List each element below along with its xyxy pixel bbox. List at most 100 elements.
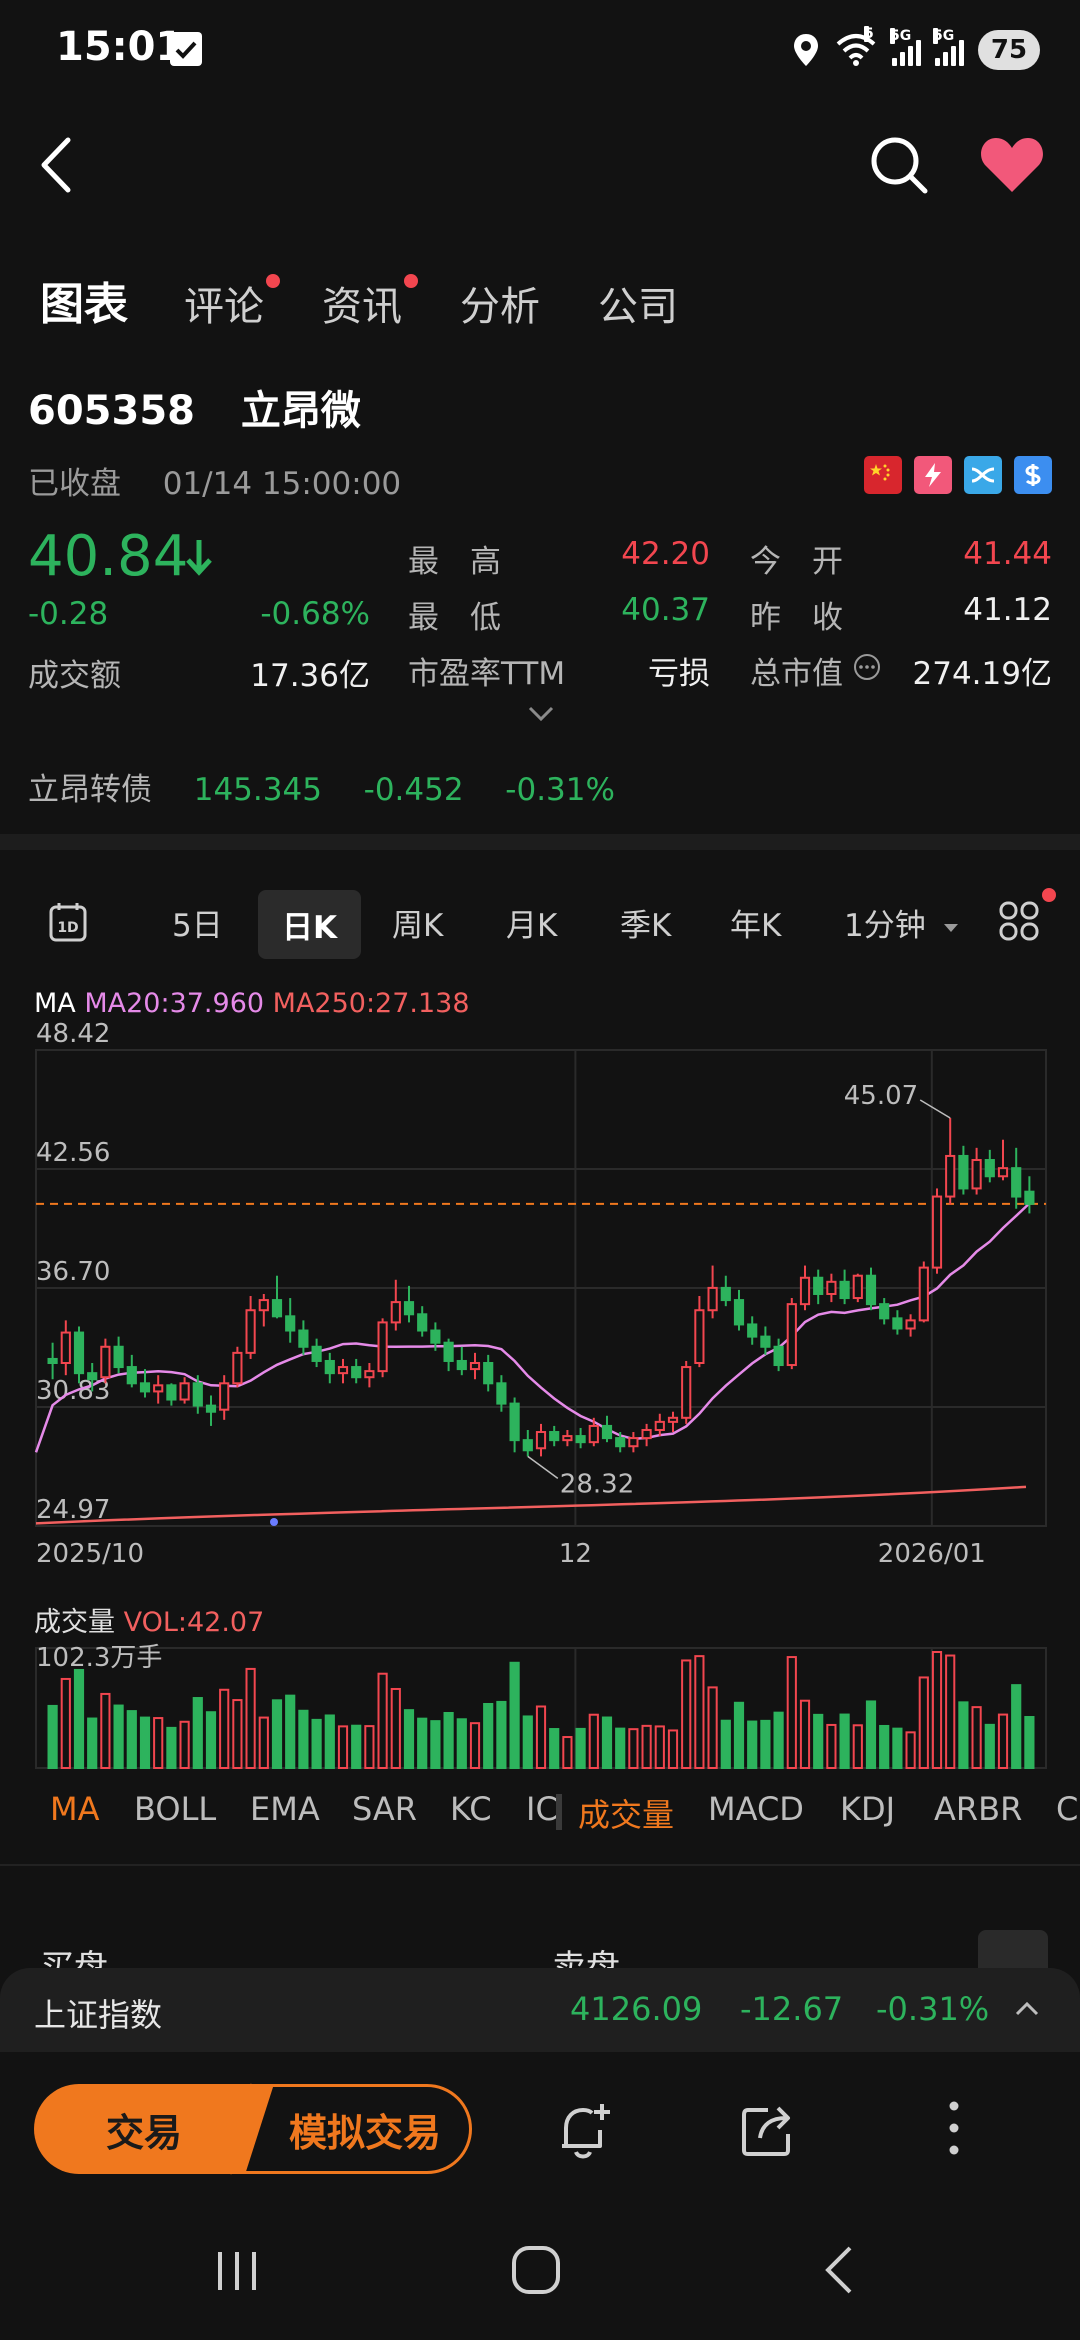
- tab-news[interactable]: 资讯: [322, 274, 418, 332]
- volume-bar: [879, 1724, 890, 1769]
- high-label: 最 高: [408, 544, 501, 580]
- volume-bar: [958, 1701, 969, 1769]
- chevron-down-icon[interactable]: [524, 700, 558, 726]
- back-arrow-icon[interactable]: [30, 130, 90, 200]
- low-label: 最 低: [408, 600, 501, 636]
- candle: [245, 1296, 256, 1359]
- candle: [958, 1145, 969, 1195]
- volume-bar: [483, 1702, 494, 1769]
- candle: [733, 1289, 745, 1331]
- x-tick-label: 2026/01: [878, 1539, 986, 1569]
- volume-bar: [390, 1687, 401, 1769]
- candle: [166, 1383, 177, 1406]
- candle-body: [1011, 1167, 1022, 1198]
- volume-bar: [232, 1699, 243, 1769]
- layout-grid-icon[interactable]: [998, 900, 1040, 942]
- nav-back-icon[interactable]: [822, 2244, 856, 2296]
- volume-bar: [285, 1694, 296, 1769]
- ind-kdj[interactable]: KDJ: [840, 1790, 895, 1828]
- volume-bar: [298, 1709, 309, 1769]
- ind-more[interactable]: C: [1056, 1790, 1080, 1828]
- volume-chart[interactable]: 102.3万手: [0, 1636, 1080, 1772]
- tf-weekly[interactable]: 周K: [392, 900, 443, 945]
- connect-icon: [964, 456, 1002, 494]
- ind-macd[interactable]: MACD: [708, 1790, 804, 1828]
- ind-sar[interactable]: SAR: [352, 1790, 417, 1828]
- nav-recent-apps-icon[interactable]: [212, 2248, 262, 2294]
- volume-bar: [403, 1709, 415, 1769]
- tab-chart[interactable]: 图表: [40, 268, 128, 332]
- candle: [786, 1298, 797, 1370]
- more-vertical-icon[interactable]: [936, 2098, 972, 2158]
- candle: [654, 1413, 665, 1437]
- candle-body: [931, 1195, 943, 1269]
- volume-bar: [588, 1713, 599, 1769]
- index-ticker-bar[interactable]: 上证指数 4126.09 -12.67 -0.31%: [0, 1968, 1080, 2052]
- indicator-separator: [556, 1794, 562, 1830]
- ind-kc[interactable]: KC: [450, 1790, 492, 1828]
- price-change-pct: -0.68%: [260, 596, 370, 632]
- candle: [997, 1139, 1009, 1181]
- candle-body: [456, 1359, 467, 1371]
- candle: [417, 1306, 428, 1337]
- convertible-bond-row[interactable]: 立昂转债 145.345 -0.452 -0.31%: [28, 764, 615, 809]
- info-icon[interactable]: [852, 652, 882, 682]
- tab-analysis[interactable]: 分析: [460, 274, 540, 332]
- ind-ema[interactable]: EMA: [250, 1790, 320, 1828]
- tf-daily[interactable]: 日K: [258, 890, 362, 959]
- candle-body: [575, 1435, 586, 1444]
- ind-arbr[interactable]: ARBR: [934, 1790, 1022, 1828]
- search-icon[interactable]: [868, 134, 930, 196]
- candle: [865, 1267, 877, 1311]
- candle-body: [258, 1299, 269, 1312]
- chevron-up-icon[interactable]: [1012, 1998, 1042, 2020]
- favorite-heart-icon[interactable]: [978, 134, 1046, 196]
- x-tick-label: 2025/10: [36, 1539, 144, 1569]
- simulated-trade-button[interactable]: 模拟交易: [240, 2084, 472, 2174]
- candle-body: [166, 1384, 177, 1401]
- candle: [113, 1336, 124, 1374]
- candle: [879, 1298, 890, 1325]
- tf-monthly[interactable]: 月K: [506, 900, 557, 945]
- candle-body: [1024, 1190, 1035, 1205]
- ind-boll[interactable]: BOLL: [134, 1790, 216, 1828]
- tab-company[interactable]: 公司: [598, 274, 678, 332]
- price-change: -0.28: [28, 596, 109, 632]
- candle-body: [945, 1154, 956, 1198]
- volume-bar: [60, 1677, 71, 1769]
- ind-volume[interactable]: 成交量: [578, 1790, 674, 1836]
- candle-body: [153, 1384, 164, 1393]
- share-icon[interactable]: [740, 2100, 796, 2158]
- ind-ma[interactable]: MA: [50, 1790, 100, 1828]
- candle: [483, 1354, 494, 1392]
- location-icon: [794, 34, 818, 66]
- candle: [667, 1411, 679, 1433]
- candle: [694, 1296, 705, 1368]
- volume-bar: [496, 1700, 507, 1769]
- candle: [720, 1275, 731, 1307]
- tf-5day[interactable]: 5日: [172, 900, 223, 945]
- candlestick-chart[interactable]: 48.4242.5636.7030.8324.97 2025/10 12 2026/…: [0, 1020, 1080, 1580]
- volume-bar: [430, 1720, 441, 1769]
- tf-minute-dropdown[interactable]: 1分钟: [844, 900, 960, 945]
- caret-down-icon: [943, 923, 958, 932]
- candle-body: [839, 1280, 850, 1300]
- candle-body: [733, 1299, 745, 1326]
- tf-yearly[interactable]: 年K: [730, 900, 781, 945]
- prev-close-value: 41.12: [963, 592, 1052, 628]
- price-alert-bell-icon[interactable]: [556, 2100, 614, 2162]
- candle-body: [799, 1276, 811, 1306]
- candle-body: [192, 1382, 203, 1407]
- tf-quarterly[interactable]: 季K: [620, 900, 671, 945]
- volume-bar: [535, 1705, 547, 1770]
- y-tick-label: 36.70: [36, 1257, 110, 1287]
- nav-home-icon[interactable]: [510, 2244, 562, 2296]
- bond-change-pct: -0.31%: [505, 772, 615, 808]
- volume-bar: [865, 1700, 877, 1769]
- candle: [747, 1316, 758, 1345]
- volume-bar: [166, 1726, 177, 1769]
- candle-body: [641, 1428, 652, 1440]
- china-flag-icon: [864, 456, 902, 494]
- tab-comments[interactable]: 评论: [184, 274, 280, 332]
- ind-ic[interactable]: IC: [526, 1790, 556, 1828]
